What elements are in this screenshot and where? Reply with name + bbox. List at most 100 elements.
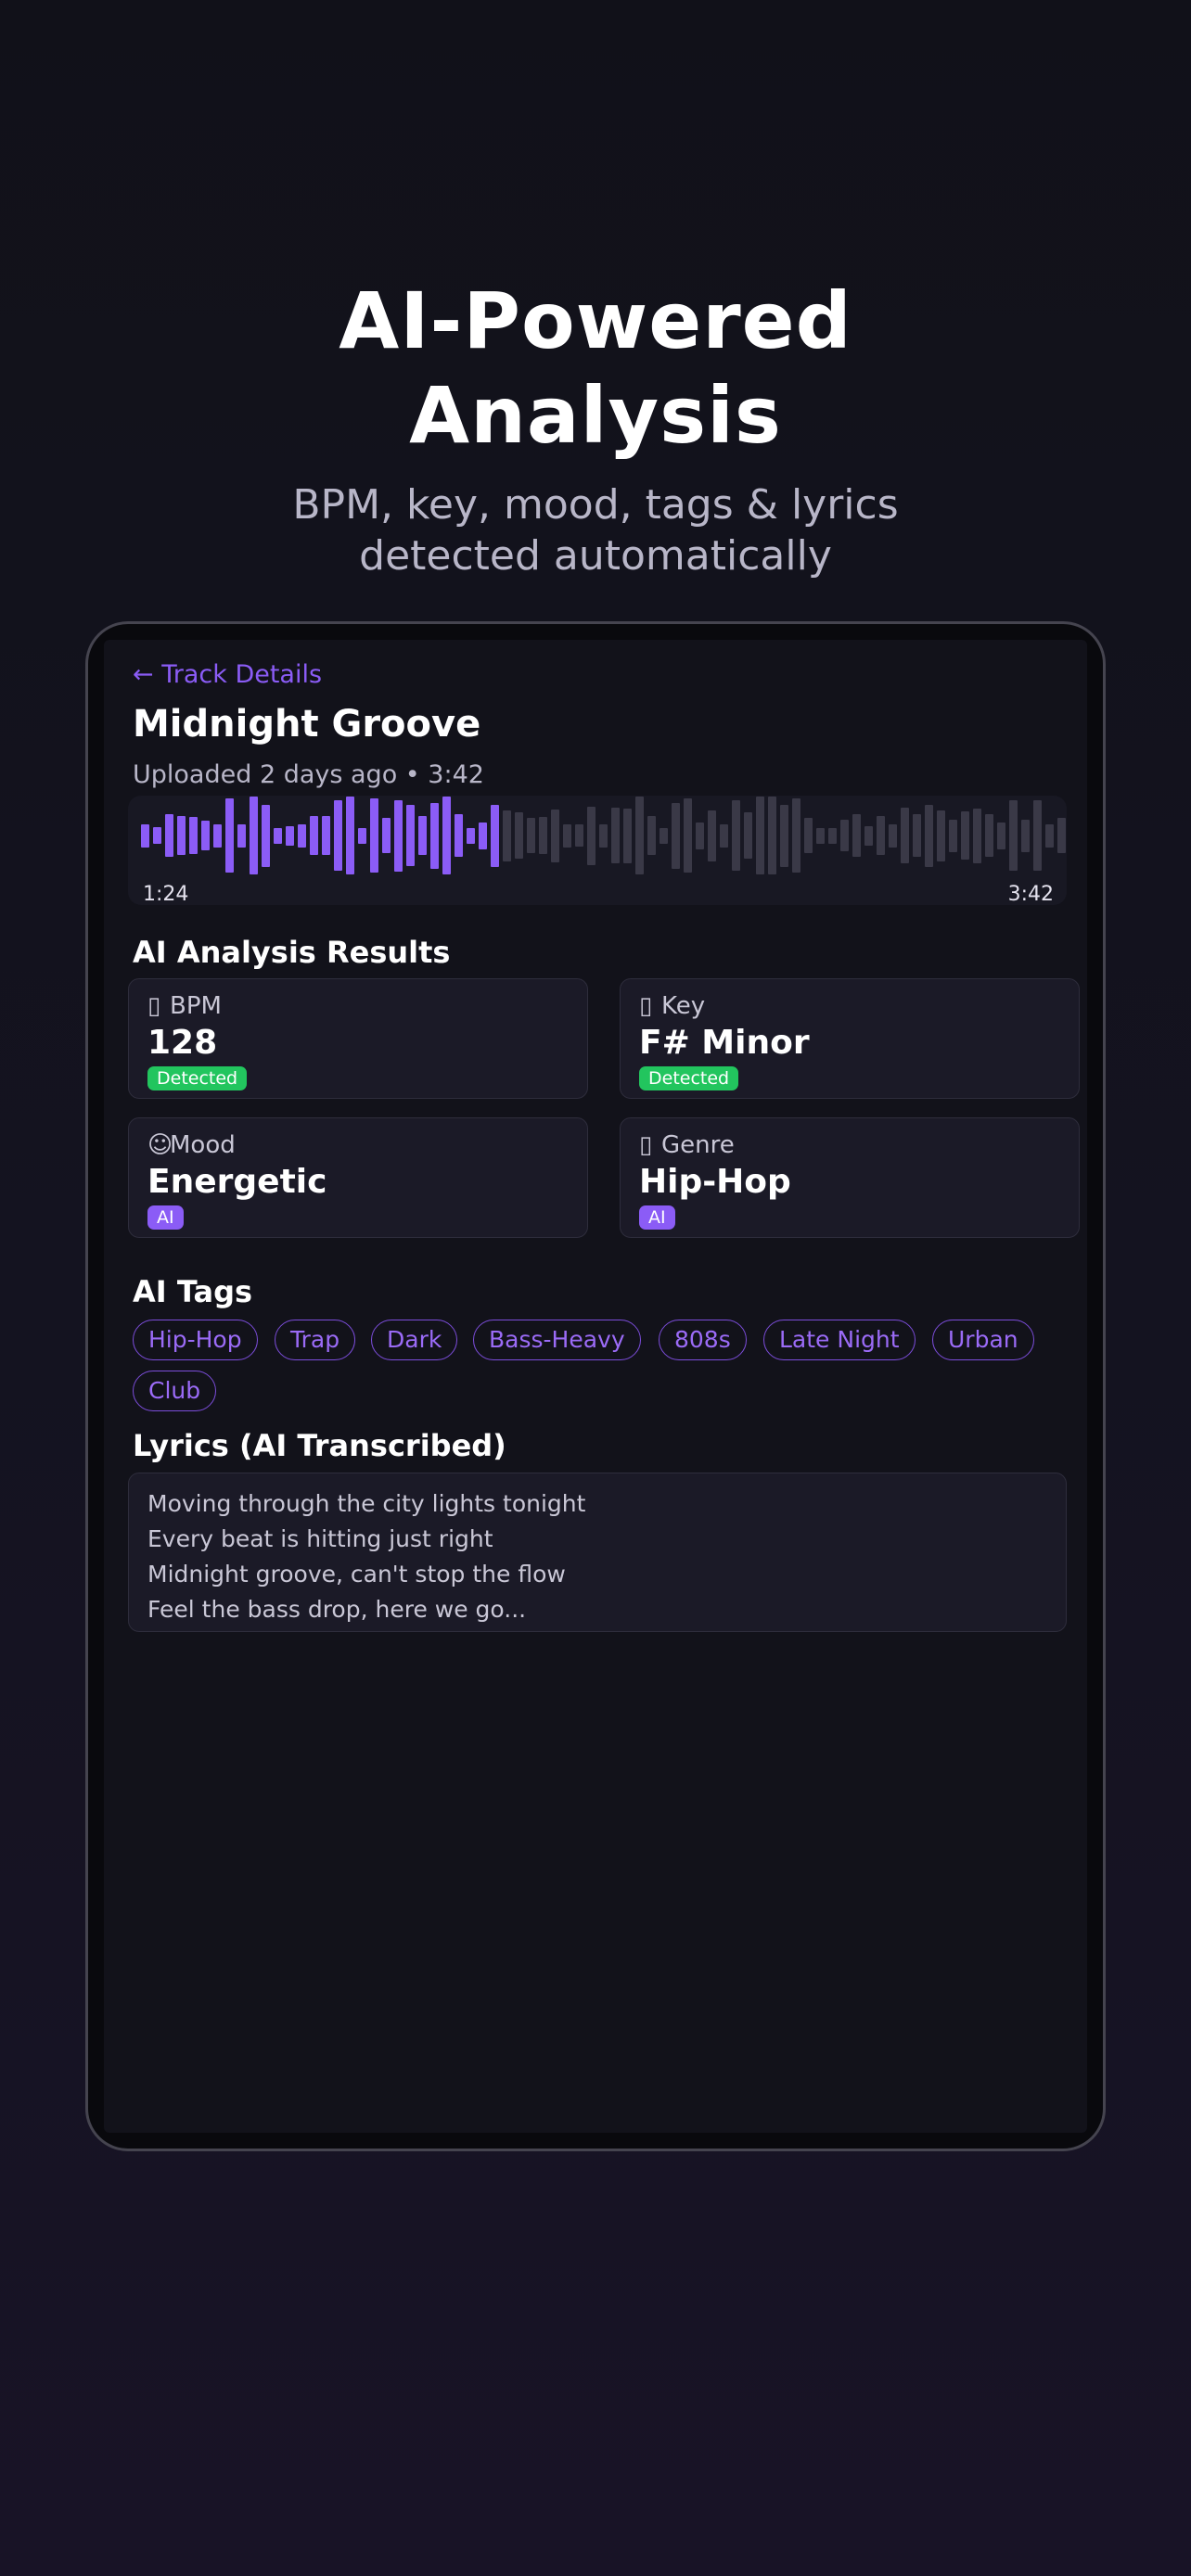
music-note-icon: ▯ [639, 992, 653, 1020]
waveform-player[interactable]: 1:24 3:42 [128, 796, 1067, 905]
waveform-bar [153, 827, 161, 844]
waveform-bar [937, 810, 945, 861]
waveform-bar [647, 816, 656, 855]
hero-title-line-2: Analysis [409, 370, 782, 461]
waveform-bar [1057, 818, 1066, 853]
card-value: 128 [147, 1024, 218, 1062]
waveform-bar [406, 805, 415, 866]
waveform-bar [611, 808, 620, 863]
tags-title: AI Tags [133, 1274, 253, 1309]
duration: 3:42 [1007, 883, 1054, 905]
lyrics-line: Midnight groove, can't stop the flow [147, 1561, 566, 1588]
waveform-bar [346, 797, 354, 874]
waveform-bar [768, 797, 776, 874]
waveform-bar [997, 822, 1005, 849]
waveform-bar [189, 817, 198, 854]
device-frame: ← Track Details Midnight Groove Uploaded… [85, 621, 1106, 2151]
tag-chip[interactable]: Hip-Hop [133, 1320, 258, 1360]
waveform-bar [792, 798, 800, 873]
waveform-bar [394, 799, 403, 872]
waveform-bar [660, 827, 668, 844]
lyrics-panel: Moving through the city lights tonight E… [128, 1473, 1067, 1632]
waveform-bar [563, 823, 571, 848]
waveform-bar [840, 820, 849, 851]
waveform-bar [310, 816, 318, 855]
lyrics-line: Moving through the city lights tonight [147, 1490, 586, 1517]
waveform-bar [1033, 800, 1042, 871]
current-time: 1:24 [143, 883, 189, 905]
tag-chip[interactable]: Club [133, 1371, 217, 1411]
smiley-icon: ☺ [147, 1131, 173, 1159]
waveform-bar [672, 802, 680, 869]
ai-badge: AI [639, 1205, 675, 1230]
waveform-bar [286, 825, 294, 846]
waveform-bar [479, 822, 487, 849]
track-title: Midnight Groove [133, 703, 481, 746]
app-screen: ← Track Details Midnight Groove Uploaded… [104, 640, 1087, 2133]
analysis-card-genre: ▯ Genre Hip-Hop AI [620, 1117, 1080, 1238]
waveform-bar [418, 816, 427, 855]
waveform-bars[interactable] [141, 796, 1067, 875]
waveform-bar [623, 808, 632, 863]
card-label: Key [661, 992, 706, 1020]
waveform-bar [985, 814, 993, 857]
waveform-bar [684, 798, 692, 873]
waveform-bar [575, 824, 583, 847]
analysis-card-bpm: ▯ BPM 128 Detected [128, 978, 588, 1099]
waveform-bar [213, 823, 222, 848]
waveform-bar [973, 808, 981, 863]
lyrics-line: Feel the bass drop, here we go... [147, 1596, 527, 1623]
waveform-bar [274, 827, 282, 844]
waveform-bar [756, 797, 764, 874]
waveform-bar [515, 812, 523, 859]
waveform-bar [828, 827, 837, 844]
waveform-bar [635, 797, 644, 874]
waveform-bar [262, 804, 270, 867]
card-label: Mood [170, 1131, 236, 1159]
waveform-bar [430, 802, 439, 869]
tag-chip[interactable]: Bass-Heavy [473, 1320, 641, 1360]
waveform-bar [1045, 823, 1054, 848]
waveform-bar [298, 823, 306, 848]
waveform-bar [141, 823, 149, 848]
waveform-bar [599, 823, 608, 848]
tag-chip[interactable]: Dark [371, 1320, 458, 1360]
waveform-bar [949, 819, 957, 852]
waveform-bar [250, 797, 258, 874]
waveform-bar [1021, 819, 1030, 852]
back-button[interactable]: ← Track Details [133, 660, 322, 689]
tag-chip[interactable]: 808s [659, 1320, 747, 1360]
waveform-bar [467, 827, 475, 844]
track-meta: Uploaded 2 days ago • 3:42 [133, 760, 484, 789]
waveform-bar [961, 811, 969, 860]
waveform-bar [165, 814, 173, 857]
lyrics-title: Lyrics (AI Transcribed) [133, 1428, 506, 1463]
hero-subtitle-line-1: BPM, key, mood, tags & lyrics [292, 481, 899, 529]
waveform-bar [382, 818, 391, 853]
waveform-bar [732, 800, 740, 871]
waveform-bar [225, 798, 234, 873]
waveform-bar [334, 800, 342, 871]
waveform-bar [877, 816, 885, 855]
waveform-bar [539, 817, 547, 854]
waveform-bar [925, 804, 933, 867]
waveform-bar [901, 808, 909, 863]
waveform-bar [864, 825, 873, 846]
waveform-bar [322, 816, 330, 855]
waveform-bar [708, 810, 716, 861]
waveform-bar [744, 812, 752, 859]
tag-chip[interactable]: Urban [932, 1320, 1034, 1360]
waveform-bar [503, 810, 511, 861]
waveform-bar [551, 809, 559, 862]
card-label: Genre [661, 1131, 735, 1159]
card-label: BPM [170, 992, 222, 1020]
analysis-title: AI Analysis Results [133, 935, 451, 970]
tag-chip[interactable]: Late Night [763, 1320, 916, 1360]
status-badge: Detected [147, 1066, 248, 1090]
waveform-bar [370, 798, 378, 873]
tag-chip[interactable]: Trap [275, 1320, 356, 1360]
waveform-bar [527, 818, 535, 853]
hero-subtitle: BPM, key, mood, tags & lyrics detected a… [0, 479, 1191, 581]
status-badge: Detected [639, 1066, 739, 1090]
waveform-bar [587, 806, 596, 865]
